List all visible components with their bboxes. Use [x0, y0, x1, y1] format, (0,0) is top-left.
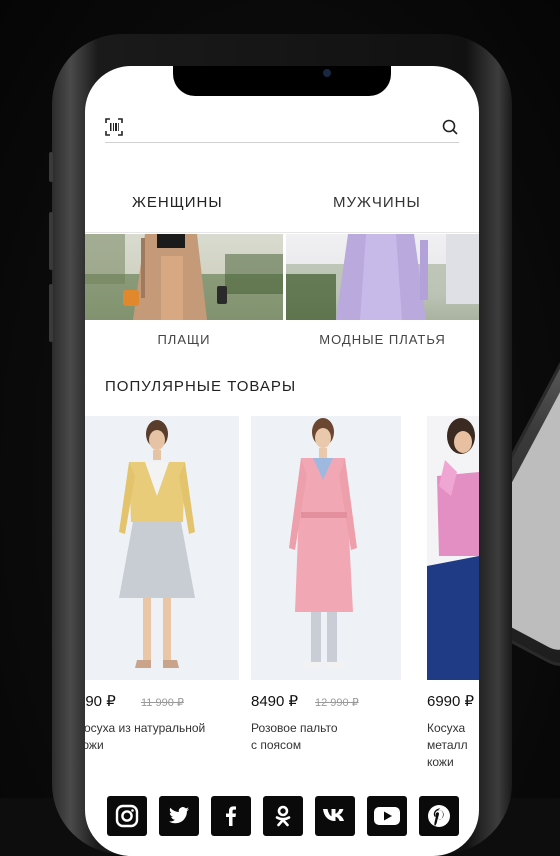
facebook-icon[interactable]: [211, 796, 251, 836]
youtube-icon[interactable]: [367, 796, 407, 836]
search-icon[interactable]: [441, 118, 459, 136]
product-price: 6990 ₽: [427, 693, 475, 710]
category-label-raincoats[interactable]: ПЛАЩИ: [85, 332, 283, 347]
social-links: [107, 796, 467, 836]
tab-men[interactable]: МУЖЧИНЫ: [333, 194, 421, 211]
product-name-line: Косуха: [427, 721, 466, 735]
front-camera: [323, 69, 331, 77]
phone-frame: ЖЕНЩИНЫ МУЖЧИНЫ ПЛАЩИ МОДНЫЕ ПЛАТЬЯ ПОПУ…: [49, 34, 512, 856]
product-name-line: кожи: [85, 738, 104, 752]
search-input[interactable]: [133, 116, 437, 142]
product-name-line: с поясом: [251, 738, 302, 752]
phone-screen: ЖЕНЩИНЫ МУЖЧИНЫ ПЛАЩИ МОДНЫЕ ПЛАТЬЯ ПОПУ…: [85, 66, 479, 856]
product-name-line: Розовое пальто: [251, 721, 338, 735]
twitter-icon[interactable]: [159, 796, 199, 836]
odnoklassniki-icon[interactable]: [263, 796, 303, 836]
search-bar: [105, 116, 459, 143]
product-old-price: 11 990 ₽: [141, 697, 184, 709]
volume-up-button: [49, 212, 53, 270]
product-name[interactable]: Косуха из натуральной кожи: [85, 720, 257, 754]
section-title: ПОПУЛЯРНЫЕ ТОВАРЫ: [105, 378, 297, 395]
tabs-divider: [85, 232, 479, 233]
category-image-dresses[interactable]: [286, 234, 479, 320]
vk-icon[interactable]: [315, 796, 355, 836]
product-price: 990 ₽: [85, 693, 116, 710]
barcode-scan-icon[interactable]: [105, 118, 123, 136]
product-image[interactable]: [427, 416, 479, 680]
pinterest-icon[interactable]: [419, 796, 459, 836]
product-old-price: 12 990 ₽: [315, 697, 359, 709]
product-image[interactable]: [85, 416, 239, 680]
product-name-line: Косуха из натуральной: [85, 721, 206, 735]
product-image[interactable]: [251, 416, 401, 680]
product-name-line: металл: [427, 738, 468, 752]
volume-down-button: [49, 284, 53, 342]
gender-tabs: ЖЕНЩИНЫ МУЖЧИНЫ: [85, 194, 479, 224]
product-name-line: кожи: [427, 755, 454, 769]
category-label-dresses[interactable]: МОДНЫЕ ПЛАТЬЯ: [286, 332, 479, 347]
tab-women[interactable]: ЖЕНЩИНЫ: [132, 194, 223, 211]
product-name[interactable]: Розовое пальто с поясом: [251, 720, 431, 754]
product-price: 8490 ₽: [251, 693, 299, 710]
mute-switch: [49, 152, 53, 182]
category-image-raincoats[interactable]: [85, 234, 283, 320]
product-name[interactable]: Косуха металл кожи: [427, 720, 479, 771]
notch: [173, 66, 391, 96]
instagram-icon[interactable]: [107, 796, 147, 836]
